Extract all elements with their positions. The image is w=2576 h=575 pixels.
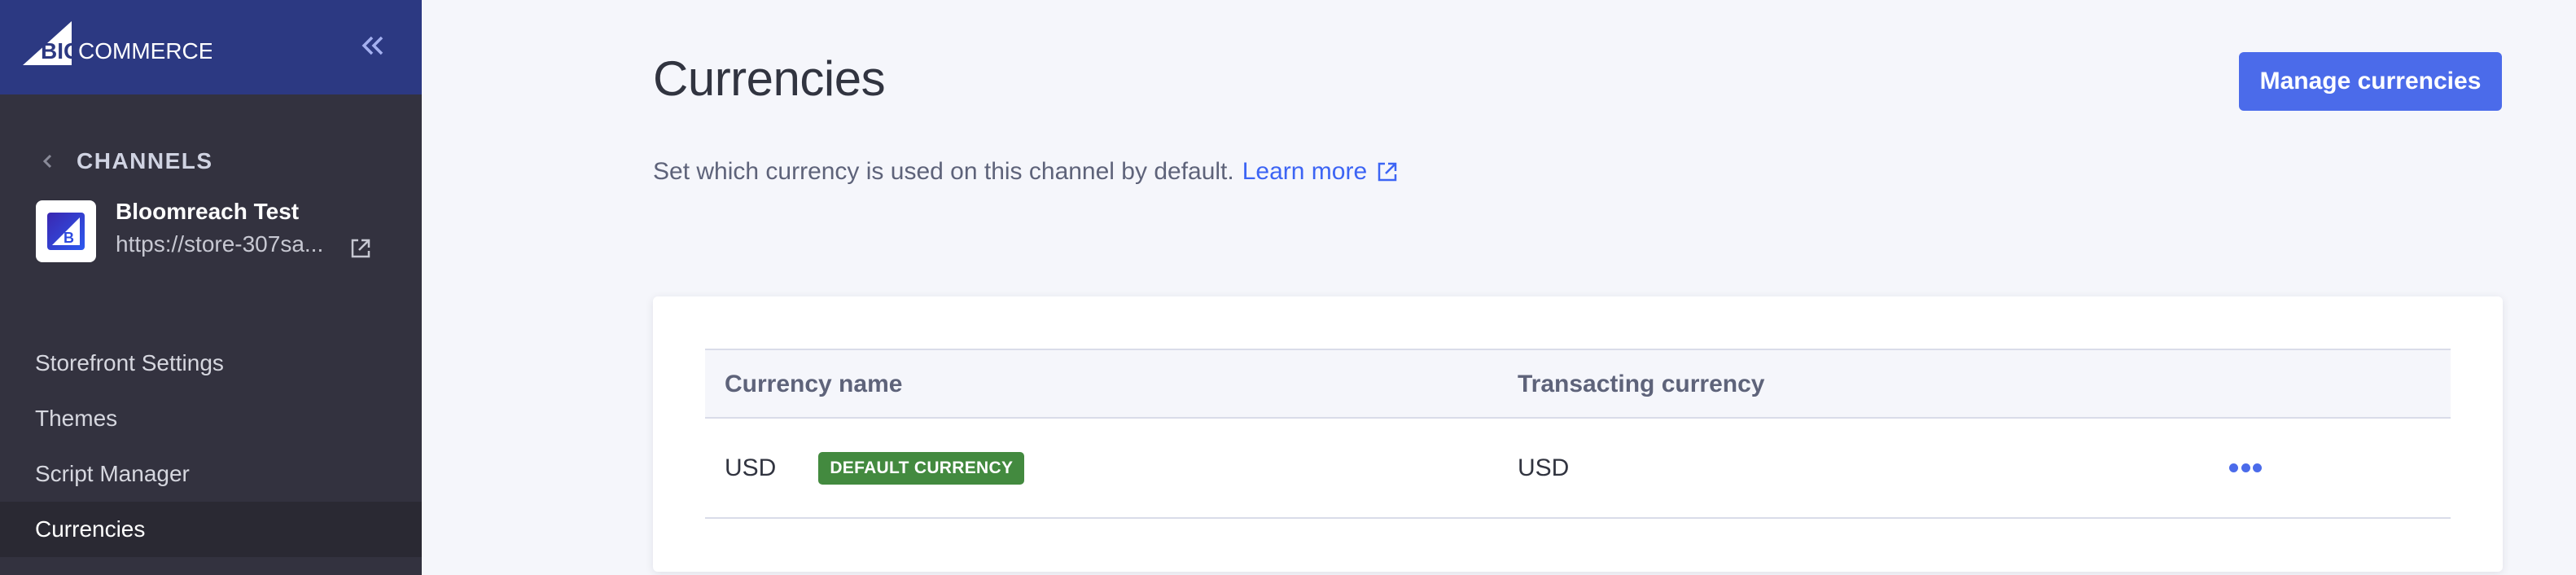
sidebar-item-script-manager[interactable]: Script Manager [0, 446, 422, 502]
channel-url[interactable]: https://store-307sa... [116, 231, 323, 257]
learn-more-label: Learn more [1242, 158, 1368, 185]
manage-currencies-button[interactable]: Manage currencies [2239, 52, 2502, 111]
bigcommerce-logo[interactable]: BIG COMMERCE [23, 21, 212, 65]
external-link-icon[interactable] [350, 238, 371, 259]
svg-text:B: B [64, 230, 74, 246]
svg-text:COMMERCE: COMMERCE [78, 38, 212, 64]
table-header: Currency name Transacting currency [705, 349, 2451, 419]
table-row: USD DEFAULT CURRENCY USD [705, 419, 2451, 519]
more-horizontal-icon[interactable] [2229, 456, 2262, 481]
channel-icon: B [36, 200, 96, 262]
sidebar-item-themes[interactable]: Themes [0, 391, 422, 446]
page-title: Currencies [653, 51, 886, 106]
chevron-left-icon [42, 154, 52, 169]
sidebar-nav: Storefront Settings Themes Script Manage… [0, 336, 422, 557]
currency-name: USD [725, 454, 777, 481]
learn-more-link[interactable]: Learn more [1242, 158, 1398, 186]
currency-name-cell: USD DEFAULT CURRENCY [725, 419, 1025, 517]
sidebar: BIG COMMERCE CHANNELS B Bloomreach Test … [0, 0, 422, 575]
page-description: Set which currency is used on this chann… [653, 158, 1398, 186]
currencies-card: Currency name Transacting currency USD D… [653, 296, 2503, 572]
external-link-icon [1378, 162, 1397, 182]
column-header-currency-name[interactable]: Currency name [725, 350, 902, 419]
column-header-transacting-currency[interactable]: Transacting currency [1518, 350, 1764, 419]
default-currency-badge: DEFAULT CURRENCY [818, 451, 1025, 485]
description-text: Set which currency is used on this chann… [653, 158, 1234, 185]
currencies-table: Currency name Transacting currency USD D… [705, 349, 2451, 519]
svg-text:BIG: BIG [41, 38, 81, 64]
row-actions-cell [2229, 419, 2262, 517]
channels-label: CHANNELS [77, 148, 213, 173]
channel-name: Bloomreach Test [116, 199, 300, 224]
channel-info: B Bloomreach Test https://store-307sa... [36, 199, 394, 262]
sidebar-header: BIG COMMERCE [0, 0, 422, 94]
sidebar-item-storefront-settings[interactable]: Storefront Settings [0, 336, 422, 391]
collapse-sidebar-icon[interactable] [358, 31, 388, 60]
transacting-currency-cell: USD [1518, 454, 1570, 481]
sidebar-item-currencies[interactable]: Currencies [0, 502, 422, 557]
back-to-channels-link[interactable]: CHANNELS [36, 145, 213, 178]
